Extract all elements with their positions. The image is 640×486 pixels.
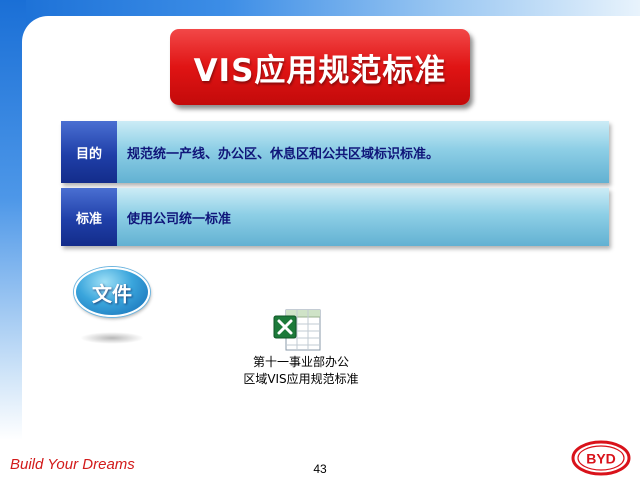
page-number: 43 [313,462,327,476]
purpose-row: 目的 规范统一产线、办公区、休息区和公共区域标识标准。 [61,121,609,183]
excel-file-graphic [273,309,321,351]
standard-row: 标准 使用公司统一标准 [61,188,609,246]
standard-text: 使用公司统一标准 [127,211,232,227]
document-badge: 文件 [74,267,150,317]
badge-shadow [80,332,144,344]
byd-logo-icon: BYD [571,440,631,476]
file-caption-line-2: 区域VIS应用规范标准 [243,372,359,386]
file-caption-line-1: 第十一事业部办公 [252,355,349,369]
slide-title: VIS应用规范标准 [170,29,470,105]
purpose-text: 规范统一产线、办公区、休息区和公共区域标识标准。 [127,146,440,162]
file-caption[interactable]: 第十一事业部办公 区域VIS应用规范标准 [226,354,376,388]
excel-file-icon[interactable] [272,308,324,352]
standard-label: 标准 [61,188,117,246]
svg-text:BYD: BYD [586,451,616,467]
byd-logo-graphic: BYD [571,440,631,476]
purpose-label: 目的 [61,121,117,183]
brand-slogan: Build Your Dreams [10,456,135,473]
